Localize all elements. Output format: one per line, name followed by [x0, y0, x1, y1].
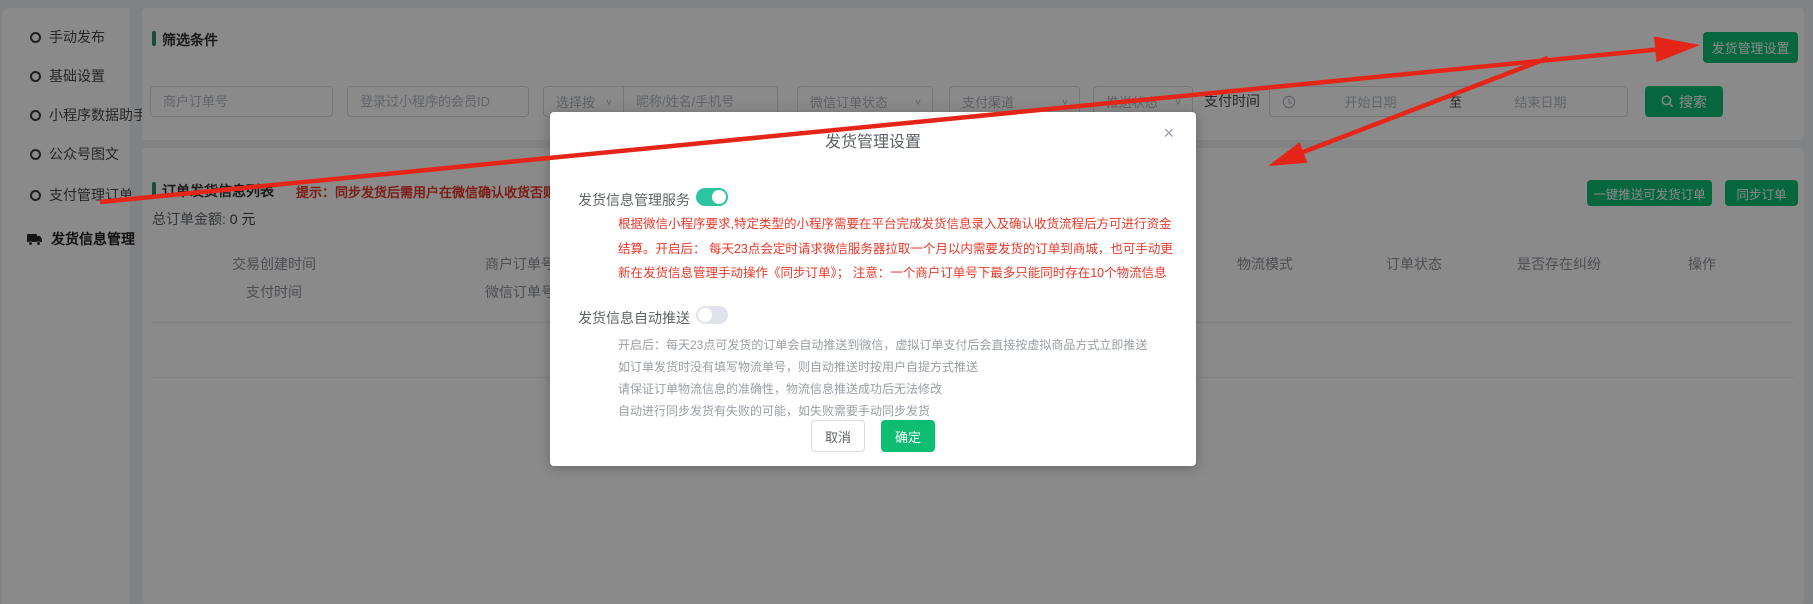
close-icon[interactable]: ×: [1163, 124, 1174, 142]
auto-push-toggle[interactable]: [696, 306, 728, 324]
shipping-manage-settings-dialog: 发货管理设置 × 发货信息管理服务 根据微信小程序要求,特定类型的小程序需要在平…: [550, 112, 1196, 466]
auto-push-description: 开启后：每天23点可发货的订单会自动推送到微信，虚拟订单支付后会直接按虚拟商品方…: [618, 334, 1193, 422]
cancel-button[interactable]: 取消: [811, 420, 865, 452]
toggle-knob: [698, 308, 712, 322]
service-description: 根据微信小程序要求,特定类型的小程序需要在平台完成发货信息录入及确认收货流程后方…: [618, 212, 1193, 286]
service-label: 发货信息管理服务: [578, 190, 690, 210]
auto-push-label: 发货信息自动推送: [578, 308, 690, 328]
confirm-button[interactable]: 确定: [881, 420, 935, 452]
dialog-title: 发货管理设置: [550, 128, 1196, 152]
service-toggle[interactable]: [696, 188, 728, 206]
toggle-knob: [712, 190, 726, 204]
